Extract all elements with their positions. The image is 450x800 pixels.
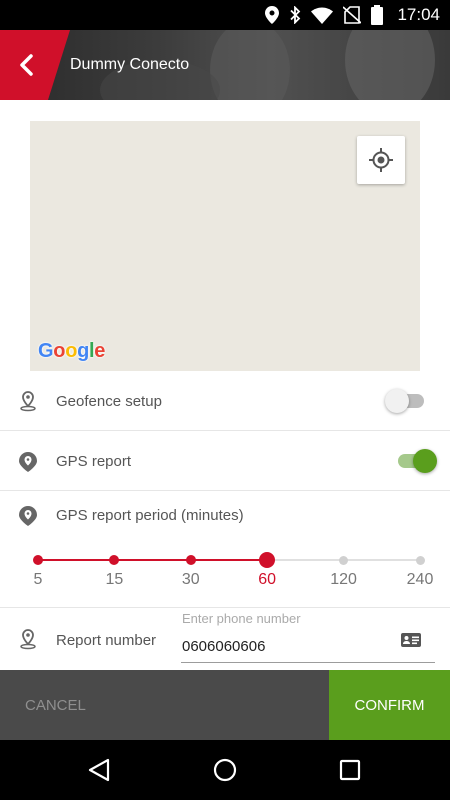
geofence-row: Geofence setup [0,371,450,431]
chevron-left-icon [20,54,33,76]
confirm-button[interactable]: CONFIRM [329,670,450,740]
slider-stop-30[interactable] [185,555,196,565]
geofence-label: Geofence setup [56,393,162,410]
gps-report-label: GPS report [56,453,132,470]
slider-stop-240[interactable] [415,555,425,565]
slider-stop-15[interactable] [109,555,120,565]
geofence-toggle[interactable] [385,389,427,413]
gps-period-slider[interactable]: 5 15 30 60 120 240 [0,540,450,608]
slider-label-60: 60 [258,571,277,588]
square-recents-icon[interactable] [335,755,365,785]
app-header: Dummy Conecto [0,30,450,100]
slider-stop-120[interactable] [339,555,349,565]
location-bubble-icon [19,506,37,526]
wifi-icon [311,7,334,24]
toggle-thumb [413,449,437,473]
action-bar: CANCEL CONFIRM [0,670,450,740]
phone-number-hint: Enter phone number [182,611,301,626]
map-pin-icon [20,629,36,650]
google-logo-letter: g [77,340,90,362]
my-location-button[interactable] [357,136,405,184]
back-button[interactable] [0,30,70,100]
contact-card-icon[interactable] [401,633,421,647]
my-location-icon [369,148,393,172]
bluetooth-icon [290,6,301,24]
battery-icon [371,5,384,25]
slider-label-5: 5 [33,571,43,588]
slider-label-240: 240 [406,571,434,588]
status-time: 17:04 [397,5,440,24]
map-pin-icon [20,391,36,412]
page-title: Dummy Conecto [70,56,190,73]
status-icons: 17:04 [265,0,440,30]
circle-home-icon[interactable] [210,755,240,785]
google-logo-letter: e [94,340,106,362]
no-sim-icon [343,6,362,24]
slider-stop-60[interactable] [259,552,276,568]
map-view[interactable]: Google [30,121,420,371]
status-bar: 17:04 [0,0,450,30]
cancel-button[interactable]: CANCEL [0,670,329,740]
google-logo-letter: G [38,340,54,362]
slider-label-120: 120 [330,571,357,588]
gps-period-header: GPS report period (minutes) [0,491,450,540]
phone-input-underline [181,662,435,663]
gps-report-row: GPS report [0,431,450,491]
google-logo-letter: o [53,340,66,362]
slider-label-15: 15 [105,571,124,588]
toggle-thumb [385,389,409,413]
slider-stop-5[interactable] [33,555,43,565]
slider-track-active [38,559,268,561]
report-number-label: Report number [56,632,157,649]
triangle-back-icon[interactable] [84,755,114,785]
gps-report-toggle[interactable] [395,449,437,473]
navigation-bar [0,740,450,800]
google-logo: Google [38,340,105,363]
phone-number-input[interactable]: 0606060606 [182,638,382,655]
slider-label-30: 30 [181,571,200,588]
location-icon [265,6,280,24]
location-bubble-icon [19,452,37,472]
google-logo-letter: o [65,340,78,362]
gps-period-label: GPS report period (minutes) [56,507,244,524]
